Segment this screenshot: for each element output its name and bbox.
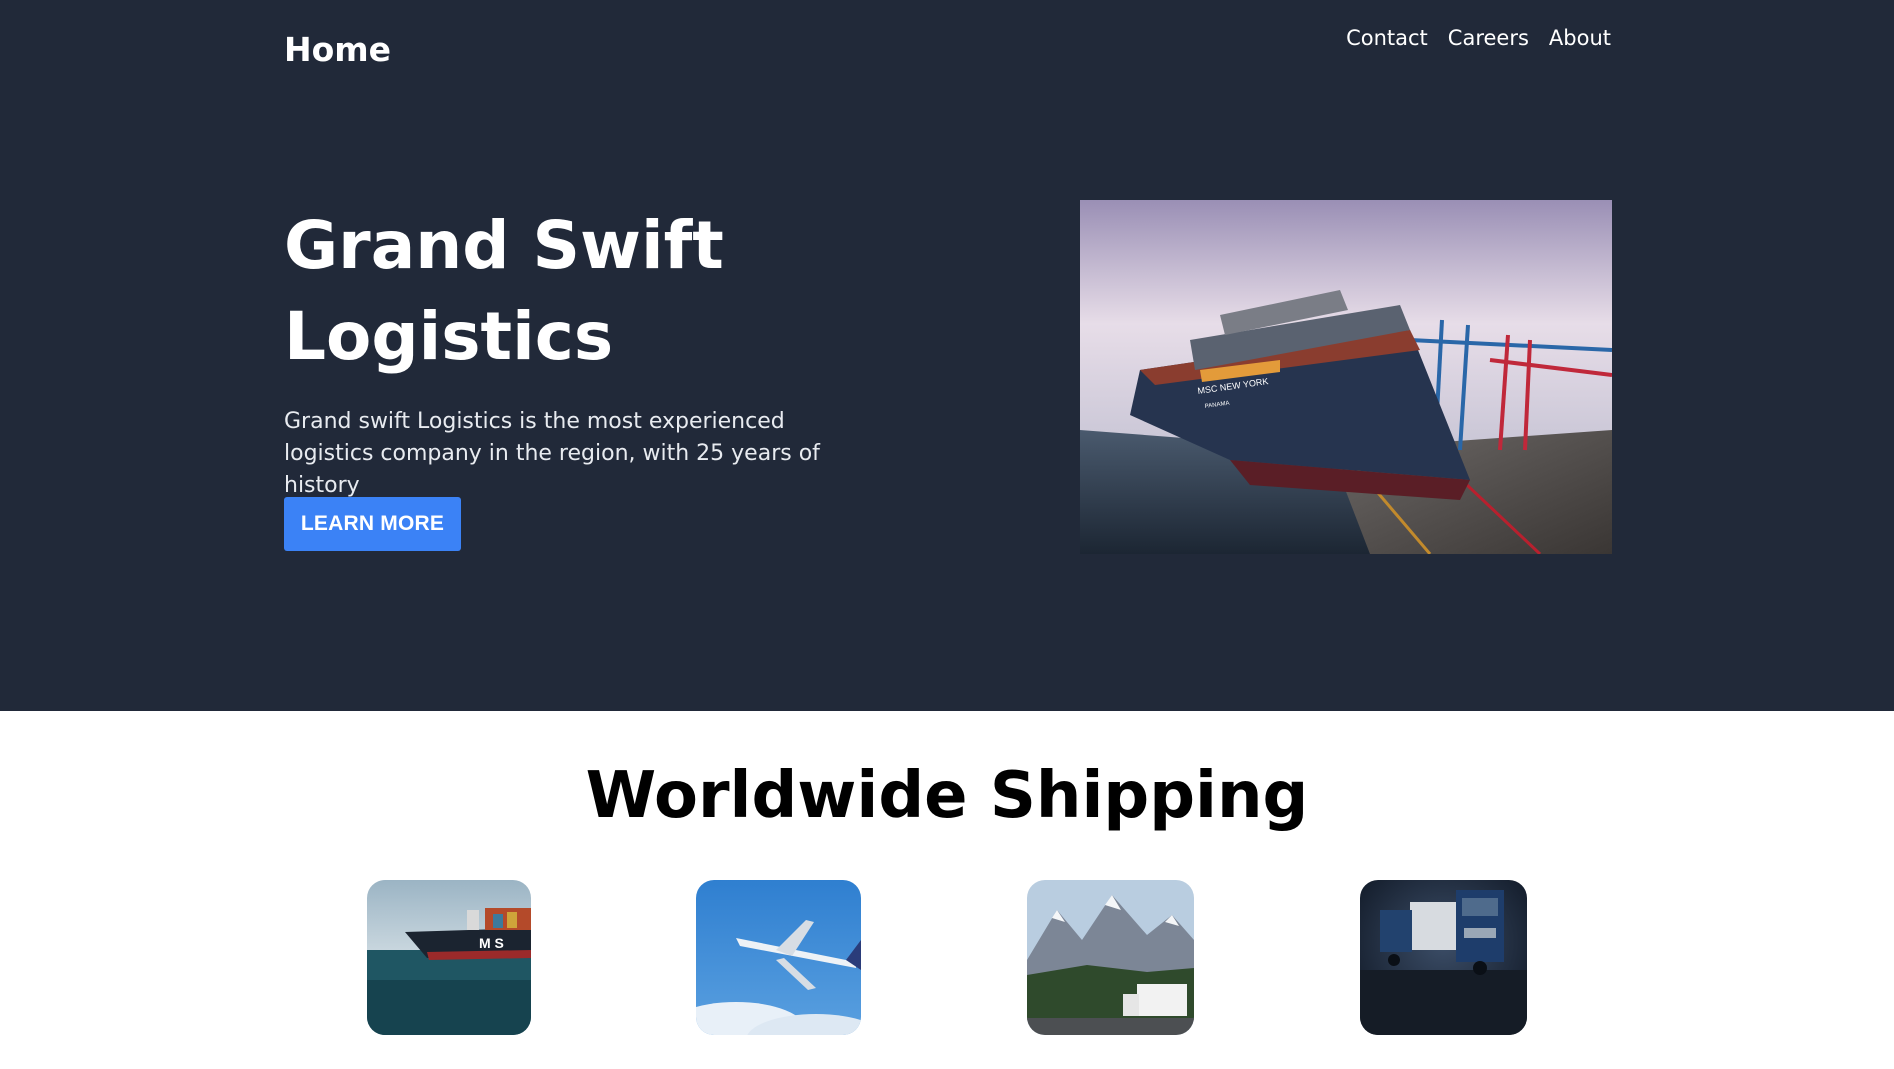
air-freight-image [696,880,861,1035]
nav-link-contact[interactable]: Contact [1346,26,1428,50]
hero-section: Home Contact Careers About Grand Swift L… [0,0,1894,711]
hero-description: Grand swift Logistics is the most experi… [284,409,820,498]
sea-freight-image: M S [367,880,531,1035]
top-nav: Contact Careers About [1346,26,1611,50]
hero-title: Grand Swift Logistics [284,207,724,375]
nav-link-careers[interactable]: Careers [1448,26,1529,50]
nav-link-about[interactable]: About [1549,26,1611,50]
learn-more-button[interactable]: LEARN MORE [284,497,461,551]
hero-ship-image: MSC NEW YORK PANAMA [1080,200,1612,554]
road-freight-image [1027,880,1194,1035]
worldwide-shipping-title: Worldwide Shipping [585,759,1309,833]
truck-fleet-image [1360,880,1527,1035]
ship-hull-text: M S [479,935,504,951]
home-link[interactable]: Home [284,30,391,69]
